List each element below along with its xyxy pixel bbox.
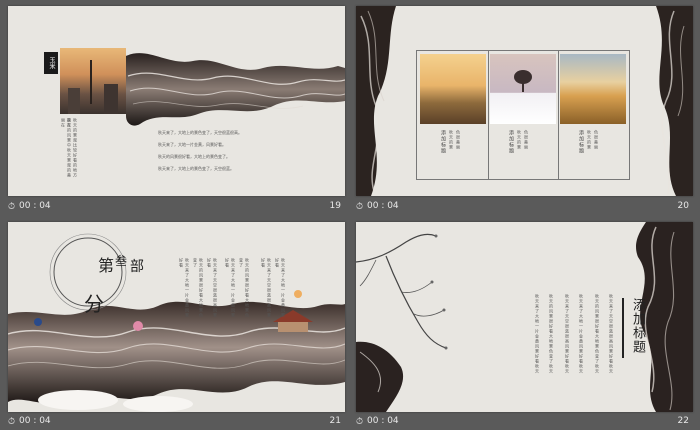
slide-20[interactable]: 添加标题 秋天的景 色很美丽 添加标题 秋天的景 色很美丽 添加标题 秋天的景 … bbox=[356, 6, 693, 196]
slide-21-footer: ⏱ 00 : 04 21 bbox=[8, 416, 341, 430]
text-column: 秋天来了天空很蓝很高风景好看秋天 bbox=[609, 294, 614, 374]
slide-title: 添加标题 bbox=[630, 298, 645, 354]
slide-number: 21 bbox=[329, 416, 341, 426]
card-line: 色很美丽 bbox=[594, 130, 599, 150]
section-char: 分 bbox=[84, 292, 104, 316]
text-column: 秋天来了天空很蓝很高风景好看秋天 bbox=[565, 294, 570, 374]
slide-22[interactable]: 添加标题 秋天来了大地一片金黄风景好看秋天 秋天的风景很好看大地景色变了秋天 秋… bbox=[356, 222, 693, 412]
wheat-field-photo bbox=[420, 54, 486, 124]
section-char: 叁 bbox=[115, 254, 128, 268]
slide-duration: ⏱ 00 : 04 bbox=[356, 201, 399, 212]
slide-20-footer: ⏱ 00 : 04 20 bbox=[356, 201, 689, 215]
slide-number: 22 bbox=[677, 416, 689, 426]
card-line: 秋天的景 bbox=[449, 130, 454, 150]
card-line: 秋天的景 bbox=[517, 130, 522, 150]
slide-duration: ⏱ 00 : 04 bbox=[8, 201, 51, 212]
text-column: 秋天的风景很好看大地景色变了秋天 bbox=[595, 294, 600, 374]
slide-number: 20 bbox=[677, 201, 689, 211]
body-line: 秋天来了，大地上的景色变了，天空很蓝很高。 bbox=[158, 130, 242, 135]
clock-icon: ⏱ bbox=[356, 417, 364, 427]
slide-22-footer: ⏱ 00 : 04 22 bbox=[356, 416, 689, 430]
section-char: 部 bbox=[130, 259, 144, 275]
card-title: 添加标题 bbox=[508, 130, 514, 154]
card-divider bbox=[558, 50, 559, 180]
grass-sunset-photo bbox=[560, 54, 626, 124]
text-column: 秋天来了天空很蓝很高风景好看 bbox=[261, 258, 272, 318]
caption-column-2: 秋天的风景中秋天景观的美丽在 bbox=[61, 118, 72, 178]
card-line: 色很美丽 bbox=[524, 130, 529, 150]
text-column: 秋天来了大地一片金黄风景好看秋天 bbox=[535, 294, 540, 374]
title-char: 加 bbox=[630, 312, 645, 326]
body-line: 秋天来了，大地上的景色变了，天空很蓝。 bbox=[158, 166, 234, 171]
title-char: 标 bbox=[630, 326, 645, 340]
text-column: 秋天的风景很好看大地景色变了 bbox=[193, 258, 204, 318]
card-title: 添加标题 bbox=[578, 130, 584, 154]
clock-icon: ⏱ bbox=[8, 417, 16, 427]
card-line: 秋天的景 bbox=[587, 130, 592, 150]
text-column: 秋天来了天空很蓝很高风景好看 bbox=[207, 258, 218, 318]
ink-wave-decoration bbox=[8, 233, 345, 412]
clock-icon: ⏱ bbox=[8, 202, 16, 212]
title-bar bbox=[622, 298, 624, 358]
section-char: 第 bbox=[98, 256, 115, 275]
clock-icon: ⏱ bbox=[356, 202, 364, 212]
slide-19[interactable]: 玉米 秋天的景观比较好看的地方是在 秋天的风景中秋天景观的美丽在 秋天来了，大地… bbox=[8, 6, 345, 196]
badge: 玉米 bbox=[44, 52, 58, 74]
text-column: 秋天来了大地一片金黄风景好看秋天 bbox=[579, 294, 584, 374]
card-title: 添加标题 bbox=[440, 130, 446, 154]
title-char: 题 bbox=[630, 340, 645, 354]
slide-number: 19 bbox=[329, 201, 341, 211]
body-line: 秋天来了，大地一片金黄，风景好看。 bbox=[158, 142, 226, 147]
text-column: 秋天的风景很好看大地景色变了 bbox=[239, 258, 250, 318]
slide-19-footer: ⏱ 00 : 04 19 bbox=[8, 201, 341, 215]
text-column: 秋天的风景很好看大地景色变了秋天 bbox=[549, 294, 554, 374]
card-line: 色很美丽 bbox=[456, 130, 461, 150]
slide-21[interactable]: 第 叁 部 分 秋天来了大地一片金黄风景好看 秋天的风景很好看大地景色变了 秋天… bbox=[8, 222, 345, 412]
body-line: 秋天的风景很好看，大地上的景色变了。 bbox=[158, 154, 230, 159]
title-char: 添 bbox=[630, 298, 645, 312]
text-column: 秋天来了大地一片金黄风景好看 bbox=[275, 258, 286, 318]
slide-duration: ⏱ 00 : 04 bbox=[8, 416, 51, 427]
winter-tree-photo bbox=[490, 54, 556, 124]
card-divider bbox=[488, 50, 489, 180]
city-sunset-photo bbox=[60, 48, 126, 114]
text-column: 秋天来了大地一片金黄风景好看 bbox=[225, 258, 236, 318]
slide-duration: ⏱ 00 : 04 bbox=[356, 416, 399, 427]
text-column: 秋天来了大地一片金黄风景好看 bbox=[179, 258, 190, 318]
